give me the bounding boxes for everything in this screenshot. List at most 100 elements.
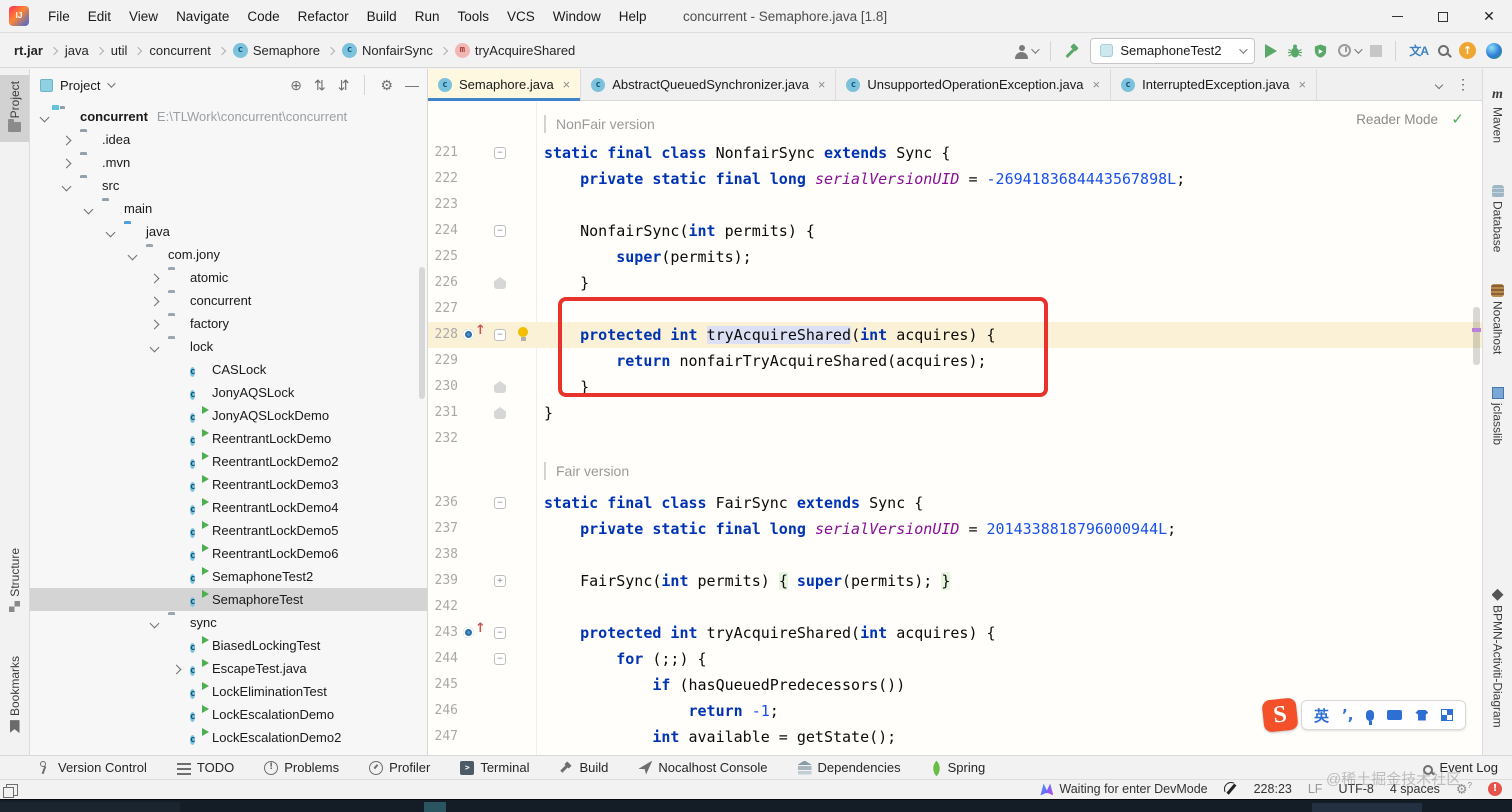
profiler-button[interactable] [1338, 44, 1363, 57]
tree-item-lockescalationdemo2[interactable]: c LockEscalationDemo2 [30, 726, 427, 749]
run-button[interactable] [1265, 43, 1278, 58]
fold-marker-icon[interactable] [494, 407, 506, 419]
menu-run[interactable]: Run [406, 0, 449, 33]
tree-item-factory[interactable]: factory [30, 312, 427, 335]
error-notification-icon[interactable]: ! [1488, 782, 1502, 797]
stripe-tab-bpmn-activiti-diagram[interactable]: BPMN-Activiti-Diagram [1483, 579, 1512, 734]
tool-window-button-terminal[interactable]: > Terminal [460, 760, 529, 775]
fold-marker-icon[interactable]: − [494, 329, 506, 341]
tree-item-com.jony[interactable]: com.jony [30, 243, 427, 266]
tree-closed-chevron-icon[interactable] [147, 316, 163, 331]
editor-tab[interactable]: c AbstractQueuedSynchronizer.java × [581, 69, 837, 100]
close-icon[interactable]: × [1299, 77, 1307, 92]
tool-window-button-build[interactable]: Build [559, 760, 608, 775]
tool-window-button-todo[interactable]: TODO [176, 760, 234, 775]
tree-item-reentrantlockdemo3[interactable]: c ReentrantLockDemo3 [30, 473, 427, 496]
tree-item-sync[interactable]: sync [30, 611, 427, 634]
tree-item-atomic[interactable]: atomic [30, 266, 427, 289]
stripe-tab-database[interactable]: Database [1483, 175, 1512, 258]
breadcrumb-item[interactable]: util [111, 43, 128, 58]
menu-build[interactable]: Build [358, 0, 406, 33]
run-configuration-select[interactable]: SemaphoneTest2 [1090, 37, 1256, 64]
file-encoding[interactable]: UTF-8 [1338, 782, 1373, 796]
tree-closed-chevron-icon[interactable] [59, 132, 75, 147]
hide-panel-button[interactable]: — [405, 77, 419, 93]
devmode-status[interactable]: Waiting for enter DevMode [1040, 782, 1208, 796]
tree-open-chevron-icon[interactable] [125, 247, 141, 262]
collapse-all-button[interactable]: ⇵ [338, 77, 350, 94]
overrides-method-icon[interactable]: ↑ [463, 324, 486, 342]
caret-position[interactable]: 228:23 [1254, 782, 1292, 796]
tree-item-.idea[interactable]: .idea [30, 128, 427, 151]
tree-item-reentrantlockdemo5[interactable]: c ReentrantLockDemo5 [30, 519, 427, 542]
fold-marker-icon[interactable]: − [494, 653, 506, 665]
event-log-button[interactable]: Event Log [1423, 760, 1498, 775]
stripe-tab-bookmarks[interactable]: Bookmarks [0, 650, 29, 743]
tree-item-lockeliminationtest[interactable]: c LockEliminationTest [30, 680, 427, 703]
tree-open-chevron-icon[interactable] [59, 178, 75, 193]
locate-file-button[interactable]: ⊕ [290, 77, 302, 94]
stripe-tab-nocalhost[interactable]: Nocalhost [1483, 274, 1512, 360]
breadcrumb-item[interactable]: c NonfairSync [342, 43, 433, 58]
stripe-tab-maven[interactable]: m Maven [1483, 77, 1512, 149]
sogou-logo-icon[interactable]: S [1261, 697, 1299, 733]
close-icon[interactable]: × [1093, 77, 1101, 92]
menu-window[interactable]: Window [544, 0, 610, 33]
menu-help[interactable]: Help [610, 0, 656, 33]
tree-closed-chevron-icon[interactable] [147, 293, 163, 308]
menu-refactor[interactable]: Refactor [289, 0, 358, 33]
intention-bulb-icon[interactable] [517, 327, 529, 341]
tree-open-chevron-icon[interactable] [37, 109, 53, 124]
user-menu-button[interactable] [1015, 43, 1040, 59]
ime-language-toggle[interactable]: 英 [1314, 705, 1329, 726]
tree-item-reentrantlockdemo[interactable]: c ReentrantLockDemo [30, 427, 427, 450]
breadcrumb-item[interactable]: java [65, 43, 89, 58]
search-everywhere-button[interactable] [1438, 45, 1449, 56]
stripe-tab-project[interactable]: Project [0, 75, 29, 143]
tool-window-button-dependencies[interactable]: Dependencies [797, 760, 901, 775]
ime-punctuation-toggle[interactable]: ’, [1342, 707, 1353, 723]
tree-item-caslock[interactable]: c CASLock [30, 358, 427, 381]
tree-closed-chevron-icon[interactable] [59, 155, 75, 170]
menu-navigate[interactable]: Navigate [167, 0, 238, 33]
tree-open-chevron-icon[interactable] [81, 201, 97, 216]
tool-window-button-nocalhost-console[interactable]: Nocalhost Console [638, 760, 768, 775]
tree-item-reentrantlockdemo6[interactable]: c ReentrantLockDemo6 [30, 542, 427, 565]
tree-item-jonyaqslock[interactable]: c JonyAQSLock [30, 381, 427, 404]
debug-button[interactable] [1287, 43, 1303, 59]
editor-tab[interactable]: c InterruptedException.java × [1111, 69, 1318, 100]
breadcrumb-item[interactable]: c Semaphore [232, 43, 320, 58]
tree-item-main[interactable]: main [30, 197, 427, 220]
tree-item-.mvn[interactable]: .mvn [30, 151, 427, 174]
chevron-down-icon[interactable] [107, 79, 117, 88]
menu-code[interactable]: Code [238, 0, 288, 33]
tree-item-concurrent[interactable]: concurrent [30, 289, 427, 312]
tree-item-src[interactable]: src [30, 174, 427, 197]
build-hammer-icon[interactable] [1064, 43, 1080, 59]
fold-marker-icon[interactable] [494, 277, 506, 289]
tool-window-button-profiler[interactable]: Profiler [369, 760, 430, 775]
tree-item-reentrantlockdemo2[interactable]: c ReentrantLockDemo2 [30, 450, 427, 473]
tree-item-lockescalationdemo[interactable]: c LockEscalationDemo [30, 703, 427, 726]
tree-item-lock[interactable]: lock [30, 335, 427, 358]
translate-icon[interactable]: 文A [1409, 42, 1429, 59]
tree-item-biasedlockingtest[interactable]: c BiasedLockingTest [30, 634, 427, 657]
breadcrumb-item[interactable]: rt.jar [14, 43, 43, 58]
editor-tab[interactable]: c Semaphore.java × [428, 69, 582, 101]
tree-item-java[interactable]: java [30, 220, 427, 243]
chevron-down-icon[interactable] [1434, 80, 1444, 89]
fold-marker-icon[interactable]: − [494, 497, 506, 509]
expand-all-button[interactable]: ⇅ [314, 77, 326, 94]
minimize-button[interactable] [1374, 0, 1420, 33]
editor-content[interactable]: Reader Mode ✓ NonFair version 221− static … [428, 102, 1482, 755]
gear-icon[interactable]: ⚙ [380, 77, 393, 94]
fold-marker-icon[interactable]: − [494, 627, 506, 639]
read-only-icon[interactable] [1224, 782, 1238, 796]
menu-vcs[interactable]: VCS [498, 0, 544, 33]
microphone-icon[interactable] [1366, 709, 1375, 725]
stripe-tab-jclasslib[interactable]: jclasslib [1483, 377, 1512, 451]
breadcrumb-item[interactable]: concurrent [149, 43, 210, 58]
menu-tools[interactable]: Tools [448, 0, 498, 33]
project-panel-title[interactable]: Project [60, 78, 100, 93]
coverage-button[interactable] [1313, 43, 1328, 59]
